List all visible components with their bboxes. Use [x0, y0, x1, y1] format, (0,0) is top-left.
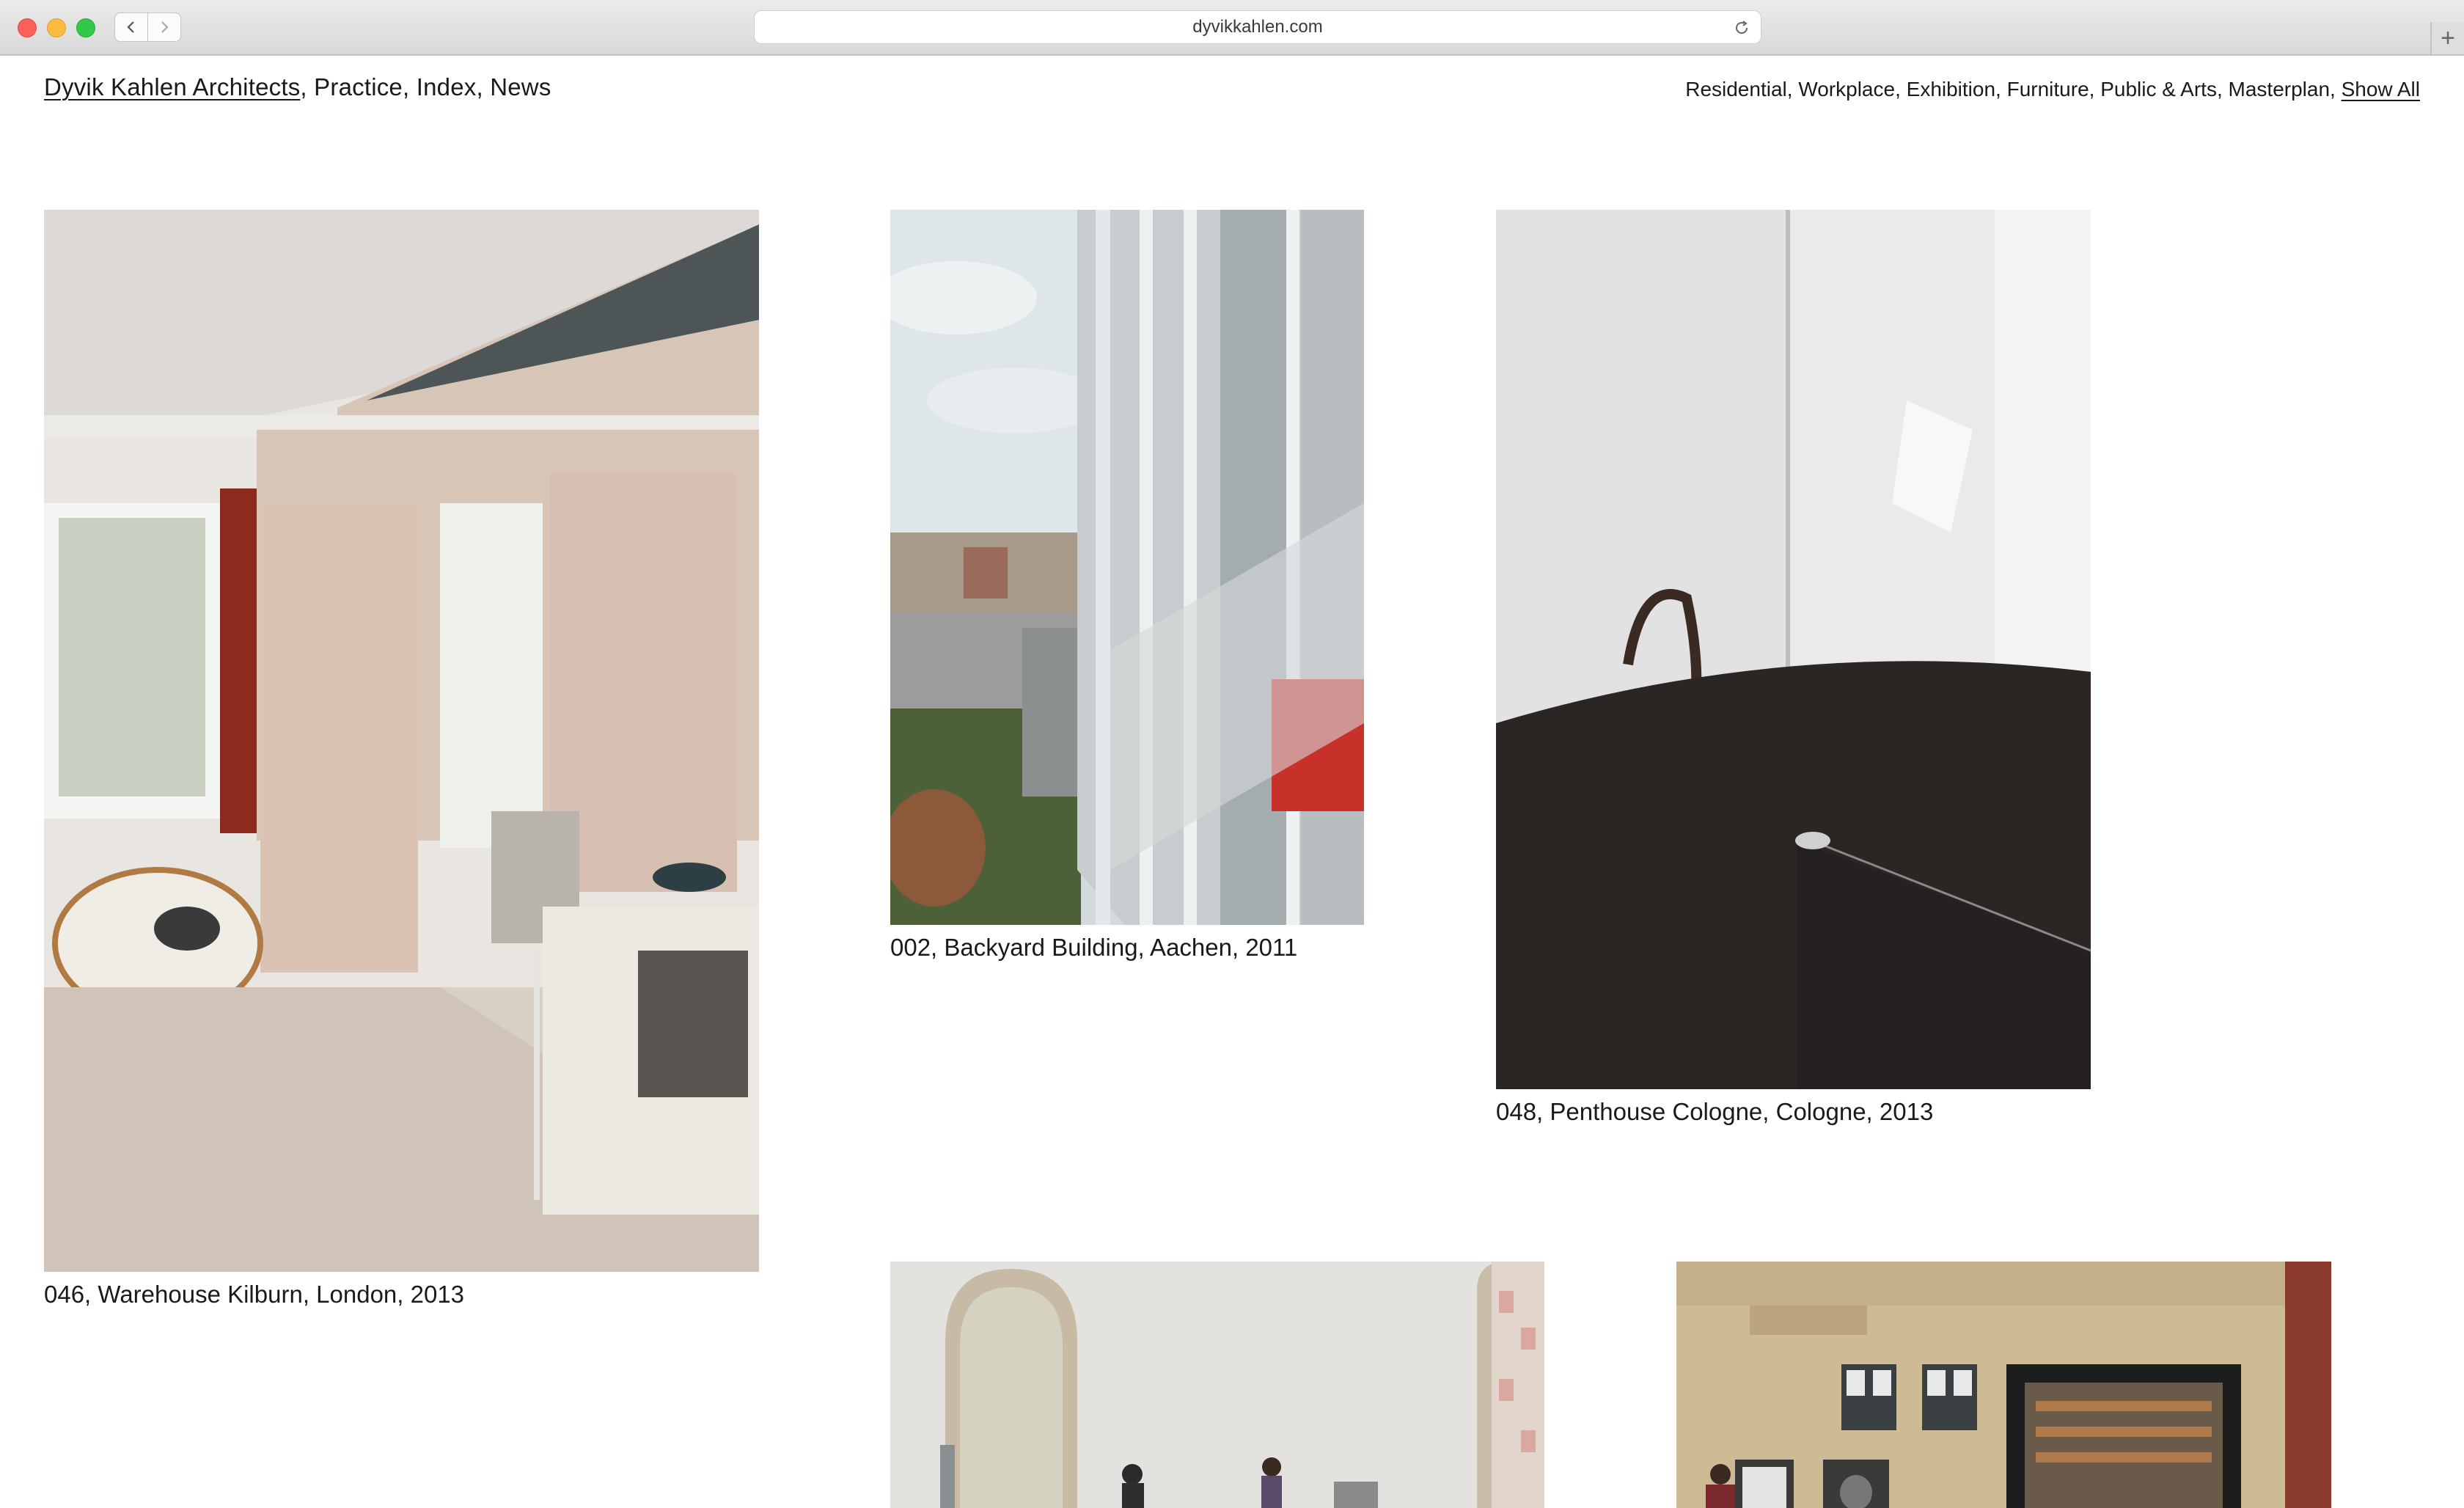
site-navigation: Dyvik Kahlen Architects, Practice, Index… — [44, 73, 551, 100]
project-card[interactable]: 046, Warehouse Kilburn, London, 2013 — [44, 210, 759, 1308]
filter-masterplan[interactable]: Masterplan — [2229, 78, 2331, 100]
filter-furniture[interactable]: Furniture — [2007, 78, 2089, 100]
chevron-left-icon — [127, 21, 134, 33]
address-bar[interactable]: dyvikkahlen.com — [754, 10, 1761, 44]
minimize-window-button[interactable] — [47, 18, 66, 37]
browser-toolbar: dyvikkahlen.com + — [0, 0, 2464, 56]
project-caption: 046, Warehouse Kilburn, London, 2013 — [44, 1281, 465, 1308]
filter-show-all[interactable]: Show All — [2342, 78, 2420, 100]
plus-icon: + — [2441, 23, 2455, 52]
project-card[interactable] — [1676, 1262, 2331, 1508]
brand-link[interactable]: Dyvik Kahlen Architects — [44, 73, 300, 100]
filter-residential[interactable]: Residential — [1685, 78, 1787, 100]
nav-link-news[interactable]: News — [490, 73, 551, 100]
project-caption: 048, Penthouse Cologne, Cologne, 2013 — [1496, 1098, 1934, 1125]
project-card[interactable]: 002, Backyard Building, Aachen, 2011 — [890, 210, 1364, 962]
url-text: dyvikkahlen.com — [1192, 17, 1323, 37]
project-image-exhibition-hall[interactable] — [890, 1262, 1544, 1508]
project-card[interactable]: 048, Penthouse Cologne, Cologne, 2013 — [1496, 210, 2091, 1126]
project-image-bookshop-facade[interactable] — [1676, 1262, 2331, 1508]
back-button[interactable] — [114, 12, 148, 42]
new-tab-button[interactable]: + — [2430, 22, 2464, 54]
zoom-window-button[interactable] — [76, 18, 95, 37]
project-image-penthouse-cologne[interactable] — [1496, 210, 2091, 1089]
filter-public-arts[interactable]: Public & Arts — [2100, 78, 2217, 100]
project-caption: 002, Backyard Building, Aachen, 2011 — [890, 934, 1298, 961]
forward-button[interactable] — [147, 12, 181, 42]
nav-link-index[interactable]: Index — [417, 73, 477, 100]
filter-workplace[interactable]: Workplace — [1798, 78, 1895, 100]
category-filter: Residential, Workplace, Exhibition, Furn… — [1685, 78, 2420, 100]
project-image-backyard-building[interactable] — [890, 210, 1364, 925]
chevron-right-icon — [161, 21, 169, 33]
nav-link-practice[interactable]: Practice — [314, 73, 403, 100]
project-image-warehouse-kilburn[interactable] — [44, 210, 759, 1272]
project-card[interactable] — [890, 1262, 1544, 1508]
filter-exhibition[interactable]: Exhibition — [1907, 78, 1995, 100]
close-window-button[interactable] — [18, 18, 37, 37]
reload-icon[interactable] — [1733, 19, 1750, 37]
